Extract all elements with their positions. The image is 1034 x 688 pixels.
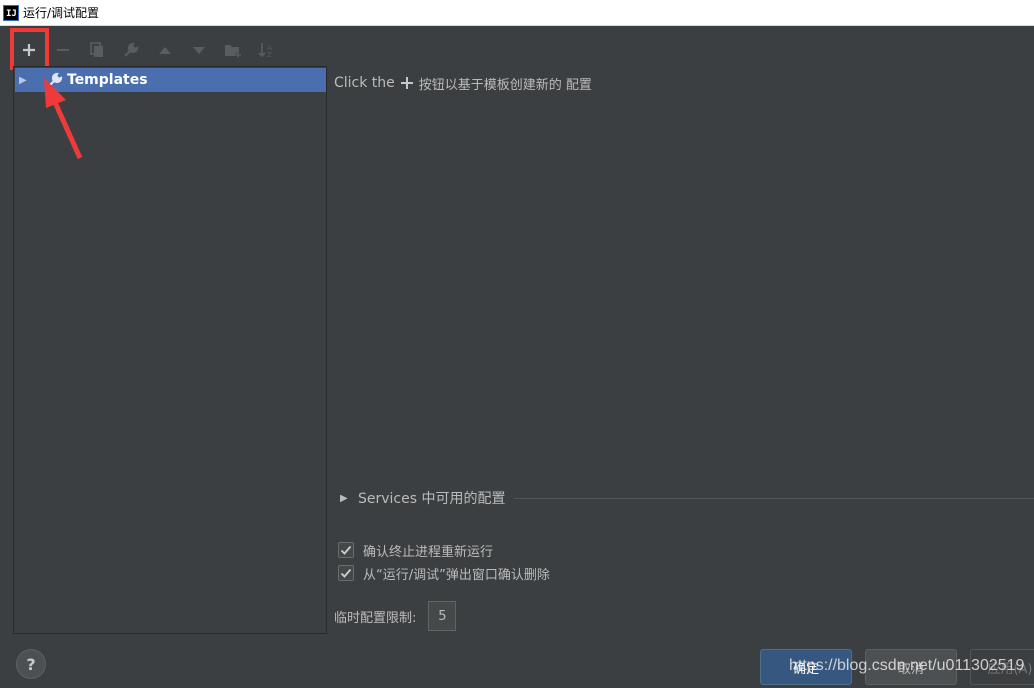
divider <box>513 497 1034 499</box>
svg-text:Z: Z <box>267 51 272 58</box>
confirm-delete-label: 从“运行/调试”弹出窗口确认删除 <box>363 567 550 583</box>
watermark: https://blog.csdn.net/u011302519 <box>789 657 1025 674</box>
checkmark-icon <box>340 568 352 578</box>
window-title: 运行/调试配置 <box>23 6 100 20</box>
move-down-button[interactable] <box>182 34 216 66</box>
confirm-rerun-label: 确认终止进程重新运行 <box>363 544 494 560</box>
confirm-delete-option[interactable]: 从“运行/调试”弹出窗口确认删除 <box>338 563 550 583</box>
checkmark-icon <box>340 545 352 555</box>
empty-hint: Click the 按钮以基于模板创建新的 配置 <box>334 74 592 93</box>
arrow-down-icon <box>193 47 205 54</box>
expand-arrow-icon[interactable]: ▶ <box>340 493 354 504</box>
annotation-arrow <box>44 78 83 160</box>
plus-icon <box>400 77 413 89</box>
confirm-rerun-option[interactable]: 确认终止进程重新运行 <box>338 540 493 560</box>
minus-icon <box>57 49 69 51</box>
toolbar: AZ <box>12 34 284 66</box>
confirm-delete-checkbox[interactable] <box>338 565 354 581</box>
copy-icon <box>90 42 103 57</box>
remove-button[interactable] <box>46 34 80 66</box>
temp-limit-label: 临时配置限制: <box>334 610 417 626</box>
help-button[interactable]: ? <box>16 649 46 679</box>
sort-az-icon: AZ <box>258 43 272 58</box>
move-up-button[interactable] <box>148 34 182 66</box>
sort-button[interactable]: AZ <box>250 34 284 66</box>
copy-button[interactable] <box>80 34 114 66</box>
temp-config-limit: 临时配置限制: 5 <box>334 601 457 631</box>
arrow-up-icon <box>159 47 171 54</box>
hint-suffix: 按钮以基于模板创建新的 配置 <box>418 77 592 93</box>
confirm-rerun-checkbox[interactable] <box>338 542 354 558</box>
wrench-icon <box>124 42 139 57</box>
new-folder-button[interactable] <box>216 34 250 66</box>
temp-limit-input[interactable]: 5 <box>428 601 457 631</box>
title-bar: IJ 运行/调试配置 <box>0 0 1034 26</box>
services-section[interactable]: ▶ Services 中可用的配置 <box>340 489 1034 507</box>
app-logo-icon: IJ <box>3 4 19 21</box>
edit-defaults-button[interactable] <box>114 34 148 66</box>
services-label: Services 中可用的配置 <box>358 491 506 507</box>
highlight-box <box>10 28 49 70</box>
hint-prefix: Click the <box>334 75 395 91</box>
expand-arrow-icon[interactable]: ▶ <box>19 75 29 86</box>
folder-add-icon <box>225 45 241 58</box>
